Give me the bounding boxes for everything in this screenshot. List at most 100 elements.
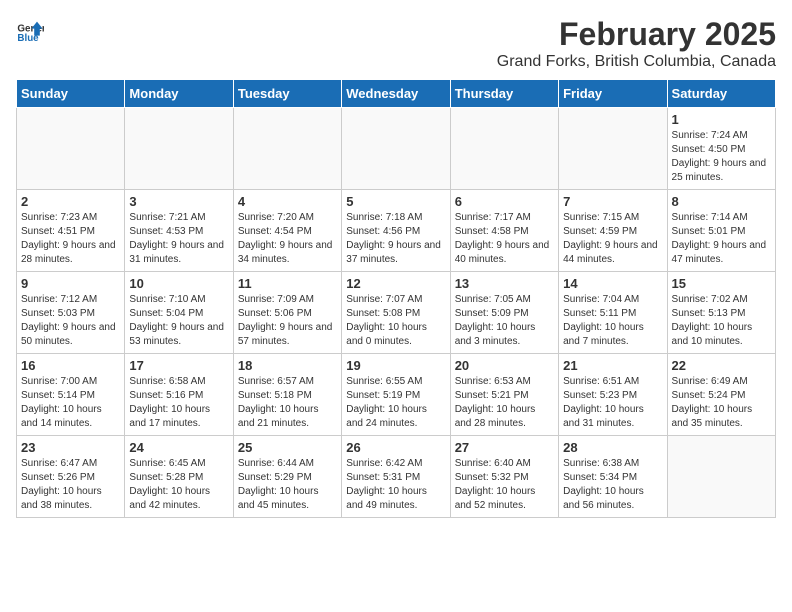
day-cell: 26 Sunrise: 6:42 AM Sunset: 5:31 PM Dayli… — [342, 436, 450, 518]
week-row-1: 2 Sunrise: 7:23 AM Sunset: 4:51 PM Daylig… — [17, 190, 776, 272]
day-number: 19 — [346, 358, 445, 373]
day-cell: 14 Sunrise: 7:04 AM Sunset: 5:11 PM Dayli… — [559, 272, 667, 354]
day-number: 13 — [455, 276, 554, 291]
day-info: Sunrise: 7:15 AM Sunset: 4:59 PM Dayligh… — [563, 211, 662, 267]
day-cell: 9 Sunrise: 7:12 AM Sunset: 5:03 PM Daylig… — [17, 272, 125, 354]
day-cell: 3Sunrise: 7:21 AM Sunset: 4:53 PM Daylig… — [125, 190, 233, 272]
day-number: 14 — [563, 276, 662, 291]
day-number: 24 — [129, 440, 228, 455]
weekday-header-thursday: Thursday — [450, 80, 558, 108]
header: General Blue February 2025 Grand Forks, … — [16, 16, 776, 71]
main-title: February 2025 — [497, 16, 776, 53]
day-cell: 18 Sunrise: 6:57 AM Sunset: 5:18 PM Dayli… — [233, 354, 341, 436]
day-cell: 28 Sunrise: 6:38 AM Sunset: 5:34 PM Dayli… — [559, 436, 667, 518]
day-cell: 19 Sunrise: 6:55 AM Sunset: 5:19 PM Dayli… — [342, 354, 450, 436]
day-info: Sunrise: 6:49 AM Sunset: 5:24 PM Dayligh… — [672, 375, 771, 431]
day-cell — [450, 108, 558, 190]
day-number: 23 — [21, 440, 120, 455]
calendar: SundayMondayTuesdayWednesdayThursdayFrid… — [16, 79, 776, 518]
day-cell: 17 Sunrise: 6:58 AM Sunset: 5:16 PM Dayli… — [125, 354, 233, 436]
weekday-header-monday: Monday — [125, 80, 233, 108]
day-cell: 23 Sunrise: 6:47 AM Sunset: 5:26 PM Dayli… — [17, 436, 125, 518]
weekday-header-sunday: Sunday — [17, 80, 125, 108]
day-cell: 12 Sunrise: 7:07 AM Sunset: 5:08 PM Dayli… — [342, 272, 450, 354]
day-info: Sunrise: 7:02 AM Sunset: 5:13 PM Dayligh… — [672, 293, 771, 349]
day-cell: 11 Sunrise: 7:09 AM Sunset: 5:06 PM Dayli… — [233, 272, 341, 354]
day-cell: 2 Sunrise: 7:23 AM Sunset: 4:51 PM Daylig… — [17, 190, 125, 272]
day-info: Sunrise: 7:07 AM Sunset: 5:08 PM Dayligh… — [346, 293, 445, 349]
day-cell: 22 Sunrise: 6:49 AM Sunset: 5:24 PM Dayli… — [667, 354, 775, 436]
day-number: 27 — [455, 440, 554, 455]
day-number: 11 — [238, 276, 337, 291]
day-cell: 24 Sunrise: 6:45 AM Sunset: 5:28 PM Dayli… — [125, 436, 233, 518]
day-number: 18 — [238, 358, 337, 373]
day-cell — [667, 436, 775, 518]
day-number: 17 — [129, 358, 228, 373]
day-info: Sunrise: 7:10 AM Sunset: 5:04 PM Dayligh… — [129, 293, 228, 349]
day-number: 25 — [238, 440, 337, 455]
day-info: Sunrise: 6:57 AM Sunset: 5:18 PM Dayligh… — [238, 375, 337, 431]
day-number: 1 — [672, 112, 771, 127]
day-info: Sunrise: 7:14 AM Sunset: 5:01 PM Dayligh… — [672, 211, 771, 267]
logo-icon: General Blue — [16, 16, 44, 44]
day-info: Sunrise: 6:47 AM Sunset: 5:26 PM Dayligh… — [21, 457, 120, 513]
day-info: Sunrise: 6:45 AM Sunset: 5:28 PM Dayligh… — [129, 457, 228, 513]
day-number: 10 — [129, 276, 228, 291]
day-cell — [233, 108, 341, 190]
day-cell: 4 Sunrise: 7:20 AM Sunset: 4:54 PM Daylig… — [233, 190, 341, 272]
day-info: Sunrise: 6:55 AM Sunset: 5:19 PM Dayligh… — [346, 375, 445, 431]
day-cell — [342, 108, 450, 190]
day-info: Sunrise: 6:40 AM Sunset: 5:32 PM Dayligh… — [455, 457, 554, 513]
week-row-3: 16Sunrise: 7:00 AM Sunset: 5:14 PM Dayli… — [17, 354, 776, 436]
day-number: 3 — [129, 194, 228, 209]
week-row-2: 9 Sunrise: 7:12 AM Sunset: 5:03 PM Daylig… — [17, 272, 776, 354]
day-number: 20 — [455, 358, 554, 373]
logo: General Blue — [16, 16, 44, 44]
day-cell: 20 Sunrise: 6:53 AM Sunset: 5:21 PM Dayli… — [450, 354, 558, 436]
day-number: 4 — [238, 194, 337, 209]
weekday-header-row: SundayMondayTuesdayWednesdayThursdayFrid… — [17, 80, 776, 108]
day-cell: 10 Sunrise: 7:10 AM Sunset: 5:04 PM Dayli… — [125, 272, 233, 354]
day-number: 15 — [672, 276, 771, 291]
day-number: 12 — [346, 276, 445, 291]
day-cell: 15 Sunrise: 7:02 AM Sunset: 5:13 PM Dayli… — [667, 272, 775, 354]
day-info: Sunrise: 6:44 AM Sunset: 5:29 PM Dayligh… — [238, 457, 337, 513]
weekday-header-saturday: Saturday — [667, 80, 775, 108]
day-info: Sunrise: 7:05 AM Sunset: 5:09 PM Dayligh… — [455, 293, 554, 349]
day-info: Sunrise: 6:38 AM Sunset: 5:34 PM Dayligh… — [563, 457, 662, 513]
day-number: 28 — [563, 440, 662, 455]
day-cell: 25 Sunrise: 6:44 AM Sunset: 5:29 PM Dayli… — [233, 436, 341, 518]
day-info: Sunrise: 7:04 AM Sunset: 5:11 PM Dayligh… — [563, 293, 662, 349]
day-cell: 8 Sunrise: 7:14 AM Sunset: 5:01 PM Daylig… — [667, 190, 775, 272]
day-info: Sunrise: 7:20 AM Sunset: 4:54 PM Dayligh… — [238, 211, 337, 267]
day-cell — [559, 108, 667, 190]
day-number: 8 — [672, 194, 771, 209]
day-info: Sunrise: 6:58 AM Sunset: 5:16 PM Dayligh… — [129, 375, 228, 431]
day-number: 21 — [563, 358, 662, 373]
day-info: Sunrise: 7:09 AM Sunset: 5:06 PM Dayligh… — [238, 293, 337, 349]
day-info: Sunrise: 7:18 AM Sunset: 4:56 PM Dayligh… — [346, 211, 445, 267]
day-info: Sunrise: 6:53 AM Sunset: 5:21 PM Dayligh… — [455, 375, 554, 431]
day-number: 26 — [346, 440, 445, 455]
day-cell: 1 Sunrise: 7:24 AM Sunset: 4:50 PM Daylig… — [667, 108, 775, 190]
day-info: Sunrise: 7:12 AM Sunset: 5:03 PM Dayligh… — [21, 293, 120, 349]
day-info: Sunrise: 6:42 AM Sunset: 5:31 PM Dayligh… — [346, 457, 445, 513]
day-info: Sunrise: 7:00 AM Sunset: 5:14 PM Dayligh… — [21, 375, 120, 431]
day-info: Sunrise: 7:23 AM Sunset: 4:51 PM Dayligh… — [21, 211, 120, 267]
day-cell: 13 Sunrise: 7:05 AM Sunset: 5:09 PM Dayli… — [450, 272, 558, 354]
day-cell: 21Sunrise: 6:51 AM Sunset: 5:23 PM Dayli… — [559, 354, 667, 436]
sub-title: Grand Forks, British Columbia, Canada — [497, 53, 776, 71]
title-area: February 2025 Grand Forks, British Colum… — [497, 16, 776, 71]
week-row-0: 1 Sunrise: 7:24 AM Sunset: 4:50 PM Daylig… — [17, 108, 776, 190]
day-number: 22 — [672, 358, 771, 373]
day-number: 7 — [563, 194, 662, 209]
day-info: Sunrise: 7:24 AM Sunset: 4:50 PM Dayligh… — [672, 129, 771, 185]
weekday-header-friday: Friday — [559, 80, 667, 108]
day-number: 2 — [21, 194, 120, 209]
weekday-header-wednesday: Wednesday — [342, 80, 450, 108]
day-cell: 27 Sunrise: 6:40 AM Sunset: 5:32 PM Dayli… — [450, 436, 558, 518]
day-cell: 7 Sunrise: 7:15 AM Sunset: 4:59 PM Daylig… — [559, 190, 667, 272]
week-row-4: 23 Sunrise: 6:47 AM Sunset: 5:26 PM Dayli… — [17, 436, 776, 518]
day-cell: 6Sunrise: 7:17 AM Sunset: 4:58 PM Daylig… — [450, 190, 558, 272]
day-number: 9 — [21, 276, 120, 291]
